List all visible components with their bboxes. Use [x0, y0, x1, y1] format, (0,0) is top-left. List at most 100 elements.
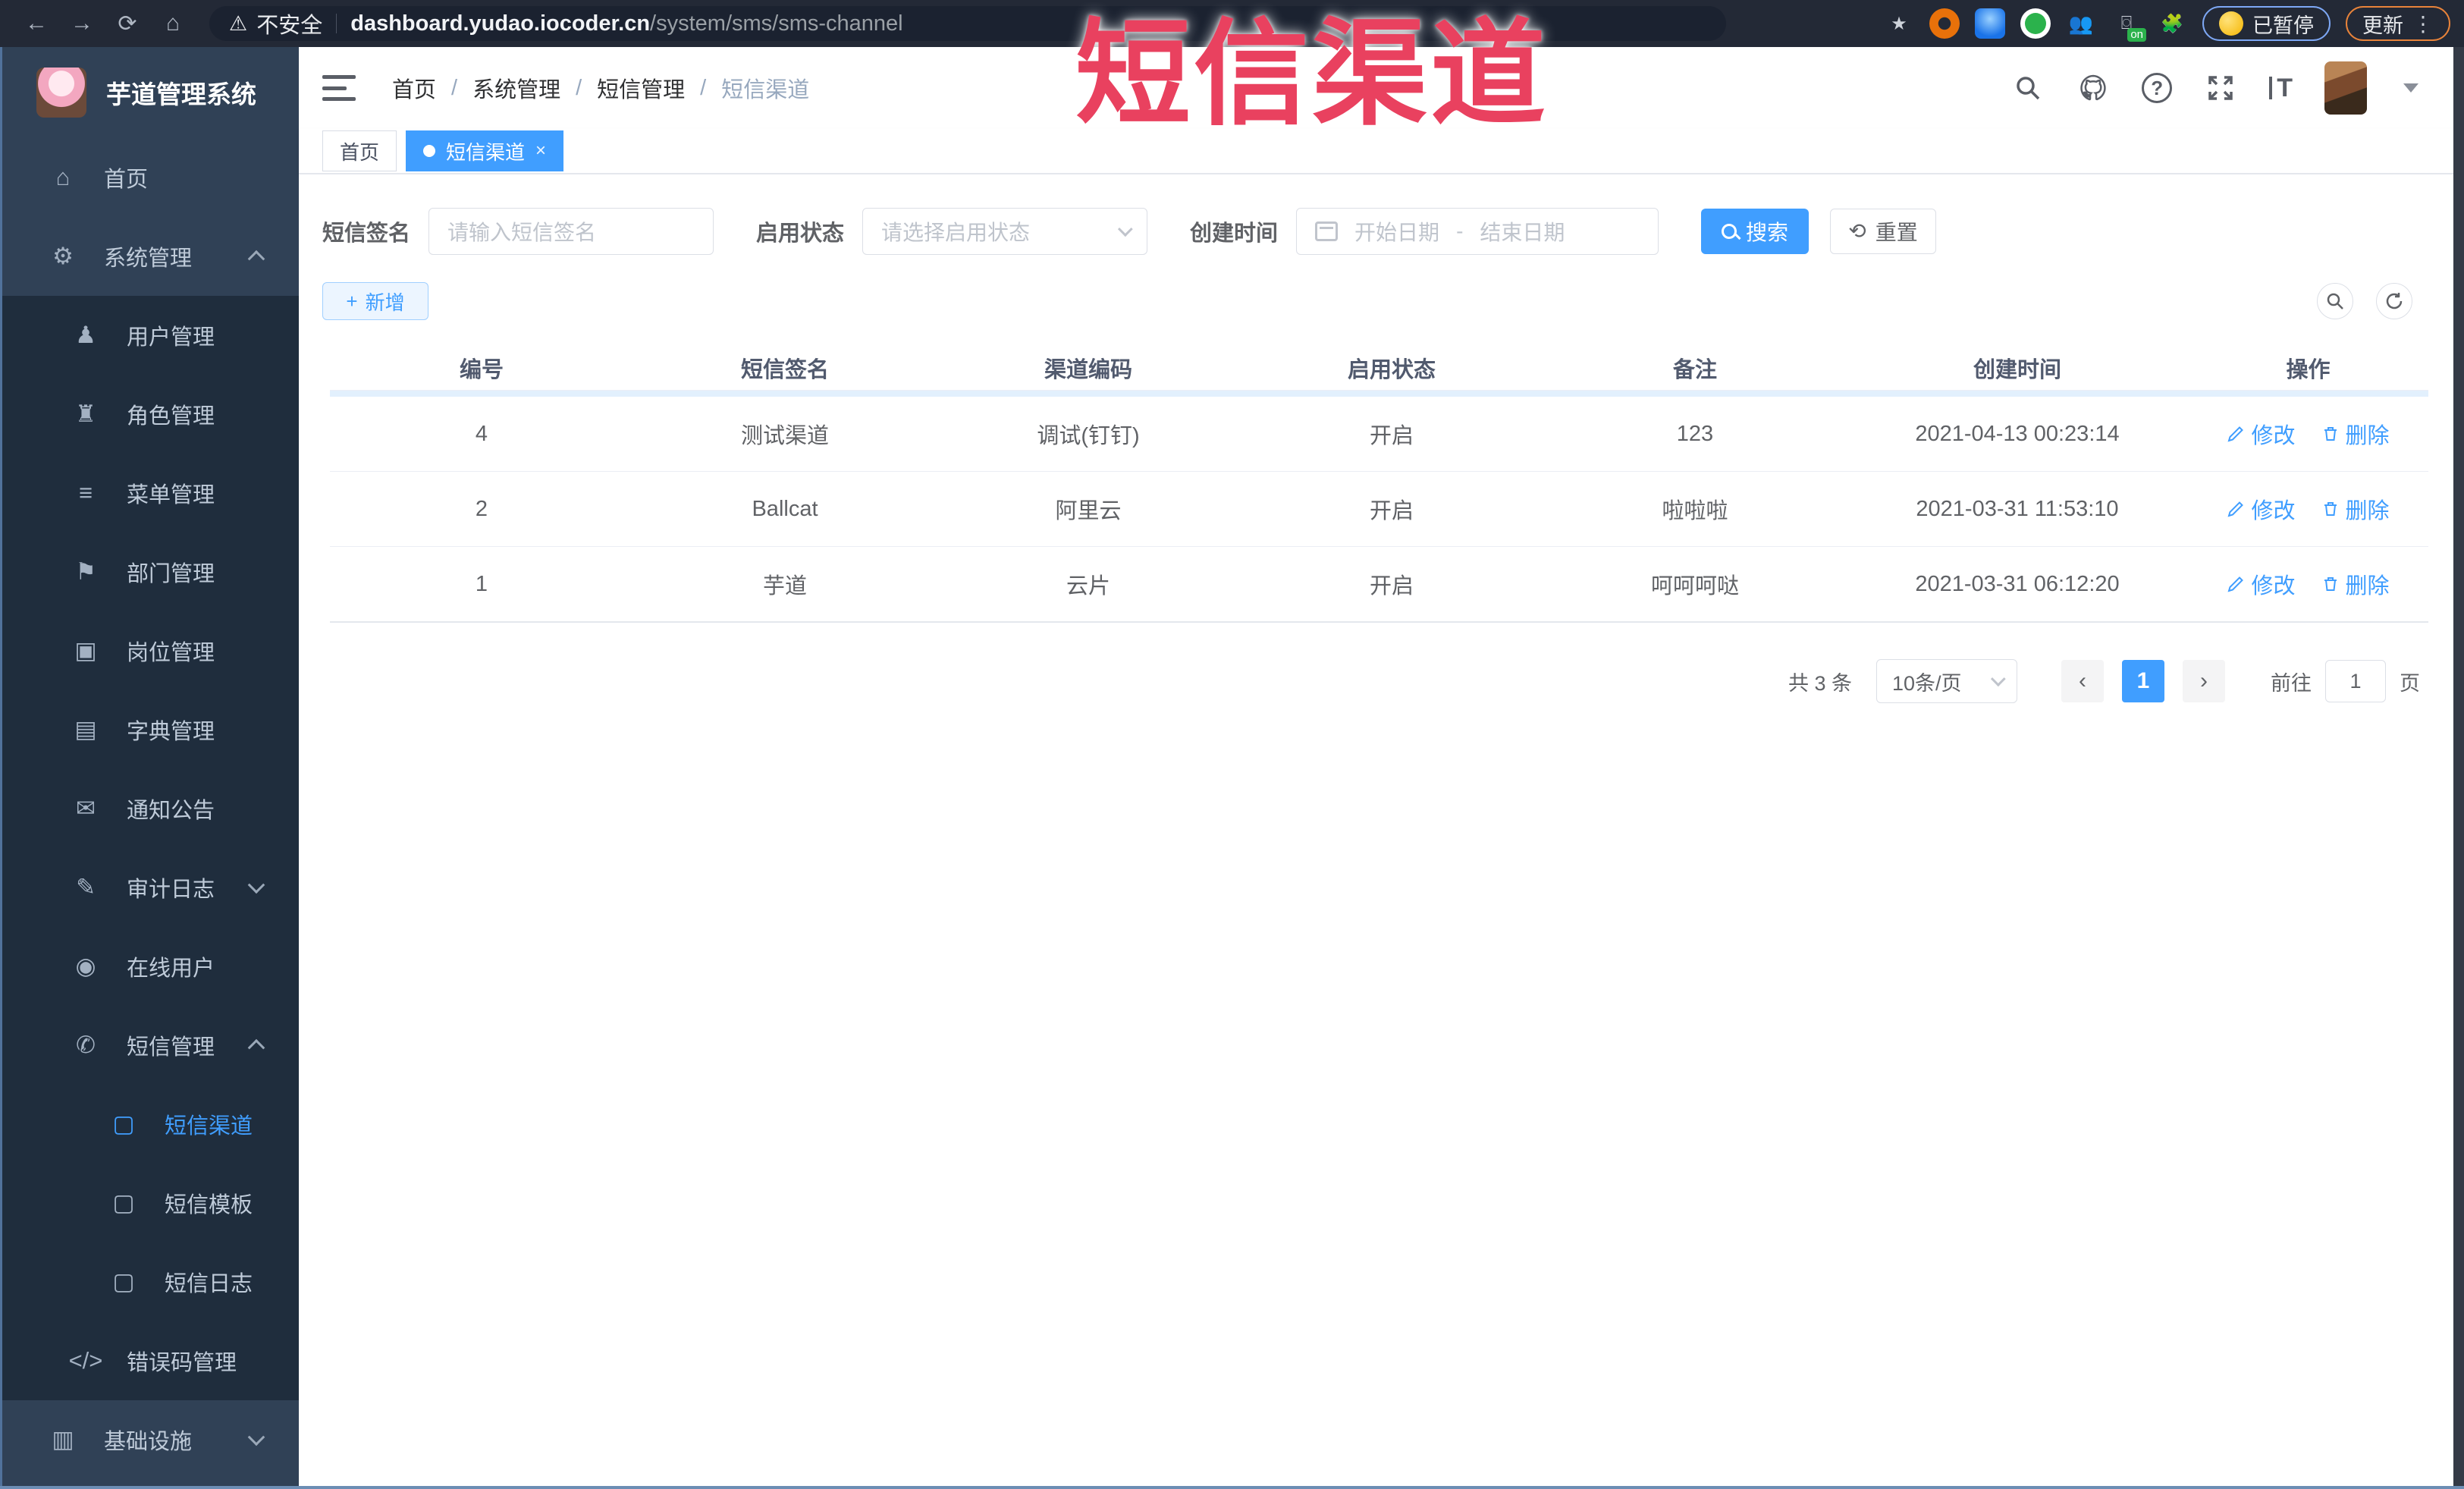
reload-icon[interactable]: ⟳ [111, 7, 144, 40]
active-dot [423, 145, 436, 157]
font-size-icon[interactable]: T [2269, 75, 2293, 101]
tab-home[interactable]: 首页 [322, 130, 397, 171]
table-row[interactable]: 1 芋道 云片 开启 呵呵呵哒 2021-03-31 06:12:20 修改 删… [330, 547, 2428, 623]
doc-icon: ▢ [112, 1189, 135, 1216]
sidebar-item[interactable]: ♜ 角色管理 [0, 375, 299, 454]
date-range-picker[interactable]: 开始日期 - 结束日期 [1296, 208, 1659, 255]
breadcrumb-item[interactable]: 系统管理 [472, 72, 560, 104]
back-icon[interactable]: ← [20, 7, 53, 40]
table-row[interactable]: 2 Ballcat 阿里云 开启 啦啦啦 2021-03-31 11:53:10… [330, 472, 2428, 547]
cell-id: 2 [475, 496, 488, 521]
edit-button[interactable]: 修改 [2227, 568, 2296, 600]
refresh-button[interactable] [2376, 283, 2412, 319]
url-domain[interactable]: dashboard.yudao.iocoder.cn [350, 11, 650, 36]
reset-button[interactable]: ⟲ 重置 [1830, 209, 1937, 254]
header-highlight-strip [330, 391, 2428, 397]
extension-icon[interactable] [2020, 8, 2051, 39]
close-icon[interactable]: × [535, 140, 546, 162]
plus-icon: + [346, 289, 358, 313]
sidebar-item[interactable]: ⌂ 首页 [0, 138, 299, 217]
gear-icon: ⚙ [52, 243, 74, 269]
divider [336, 14, 337, 33]
sidebar-item[interactable]: ✉ 通知公告 [0, 769, 299, 848]
pagination: 共 3 条 10条/页 ‹ 1 › 前往 1 页 [322, 659, 2420, 703]
online-user-icon: ◉ [75, 953, 96, 979]
chevron-down-icon[interactable] [2403, 83, 2418, 93]
goto-page-input[interactable]: 1 [2325, 660, 2386, 702]
sidebar-item-label: 岗位管理 [127, 641, 215, 665]
page-number-button[interactable]: 1 [2122, 660, 2164, 702]
extension-icon[interactable] [1929, 8, 1960, 39]
toggle-search-button[interactable] [2317, 283, 2353, 319]
github-icon[interactable] [2076, 71, 2110, 105]
goto-page: 前往 1 页 [2271, 660, 2420, 702]
breadcrumb-item[interactable]: 首页 [392, 72, 436, 104]
table-row[interactable]: 4 测试渠道 调试(钉钉) 开启 123 2021-04-13 00:23:14… [330, 397, 2428, 472]
sidebar-item[interactable]: </> 错误码管理 [0, 1321, 299, 1400]
help-icon[interactable]: ? [2142, 73, 2173, 103]
delete-button[interactable]: 删除 [2321, 568, 2390, 600]
edit-button[interactable]: 修改 [2227, 418, 2296, 450]
avatar[interactable] [2324, 61, 2367, 115]
sidebar-item-label: 首页 [104, 168, 149, 192]
delete-button[interactable]: 删除 [2321, 418, 2390, 450]
sidebar-item[interactable]: ⚑ 部门管理 [0, 532, 299, 611]
browser-menu-icon[interactable]: ⋮ [2412, 11, 2434, 36]
sidebar-item-active[interactable]: ▢ 短信渠道 [0, 1085, 299, 1164]
extension-icon[interactable]: ⌼ on [2111, 8, 2146, 42]
delete-label: 删除 [2345, 499, 2390, 523]
total-count: 共 3 条 [1788, 671, 1852, 695]
sidebar-item-label: 短信管理 [127, 1035, 215, 1060]
sidebar-item[interactable]: ≡ 菜单管理 [0, 454, 299, 532]
update-button[interactable]: 更新 ⋮ [2346, 6, 2450, 41]
cell-code: 阿里云 [1055, 499, 1122, 523]
tab-sms-channel[interactable]: 短信渠道 × [406, 130, 564, 171]
extension-icon[interactable]: 👥 [2066, 8, 2096, 39]
cell-created: 2021-03-31 11:53:10 [1916, 496, 2119, 521]
home-icon[interactable]: ⌂ [156, 7, 190, 40]
search-icon[interactable] [2011, 71, 2045, 105]
goto-label: 前往 [2271, 671, 2312, 695]
sidebar-item[interactable]: ♟ 用户管理 [0, 296, 299, 375]
sidebar-item[interactable]: ◉ 在线用户 [0, 927, 299, 1006]
sign-input[interactable]: 请输入短信签名 [428, 208, 714, 255]
extensions-puzzle-icon[interactable]: 🧩 [2157, 8, 2187, 39]
fullscreen-icon[interactable] [2204, 71, 2237, 105]
audit-log-icon: ✎ [76, 874, 96, 900]
cell-remark: 呵呵呵哒 [1650, 574, 1739, 598]
search-button[interactable]: 搜索 [1701, 209, 1810, 254]
extension-icon[interactable] [1975, 8, 2005, 39]
add-button[interactable]: + 新增 [322, 282, 428, 320]
tag-view-bar: 首页 短信渠道 × [299, 129, 2464, 174]
column-header: 编号 [459, 358, 504, 382]
prev-page-button[interactable]: ‹ [2061, 660, 2104, 702]
sidebar-item[interactable]: ✆ 短信管理 [0, 1006, 299, 1085]
browser-toolbar: ← → ⟳ ⌂ ⚠ 不安全 dashboard.yudao.iocoder.cn… [0, 0, 2464, 47]
sidebar-item[interactable]: ▢ 短信模板 [0, 1164, 299, 1242]
edit-button[interactable]: 修改 [2227, 493, 2296, 525]
delete-button[interactable]: 删除 [2321, 493, 2390, 525]
url-path[interactable]: /system/sms/sms-channel [650, 11, 903, 36]
status-select[interactable]: 请选择启用状态 [862, 208, 1148, 255]
sidebar-item[interactable]: ✎ 审计日志 [0, 848, 299, 927]
sidebar-logo[interactable]: 芋道管理系统 [0, 47, 299, 138]
sidebar-item[interactable]: ⚙ 系统管理 [0, 217, 299, 296]
collapse-sidebar-icon[interactable] [322, 75, 356, 101]
forward-icon[interactable]: → [65, 7, 99, 40]
main-area: 首页 / 系统管理 / 短信管理 / 短信渠道 ? T 首页 短信渠道 × 短信… [299, 47, 2464, 1489]
security-label[interactable]: 不安全 [256, 8, 322, 39]
sidebar-item[interactable]: ▣ 岗位管理 [0, 611, 299, 690]
edit-label: 修改 [2251, 574, 2296, 598]
sidebar-item[interactable]: ▥ 基础设施 [0, 1400, 299, 1479]
sidebar-item[interactable]: ▤ 字典管理 [0, 690, 299, 769]
address-bar[interactable]: ⚠ 不安全 dashboard.yudao.iocoder.cn /system… [209, 6, 1726, 41]
bookmark-star-icon[interactable]: ★ [1884, 8, 1914, 39]
sidebar-item[interactable]: ▢ 短信日志 [0, 1242, 299, 1321]
cell-operations: 修改 删除 [2188, 472, 2428, 546]
breadcrumb-item[interactable]: 短信管理 [597, 72, 685, 104]
breadcrumb: 首页 / 系统管理 / 短信管理 / 短信渠道 [392, 72, 809, 104]
sidebar-item-label: 短信日志 [165, 1272, 253, 1296]
next-page-button[interactable]: › [2183, 660, 2225, 702]
paused-badge[interactable]: 已暂停 [2202, 6, 2331, 41]
page-size-select[interactable]: 10条/页 [1876, 659, 2017, 703]
